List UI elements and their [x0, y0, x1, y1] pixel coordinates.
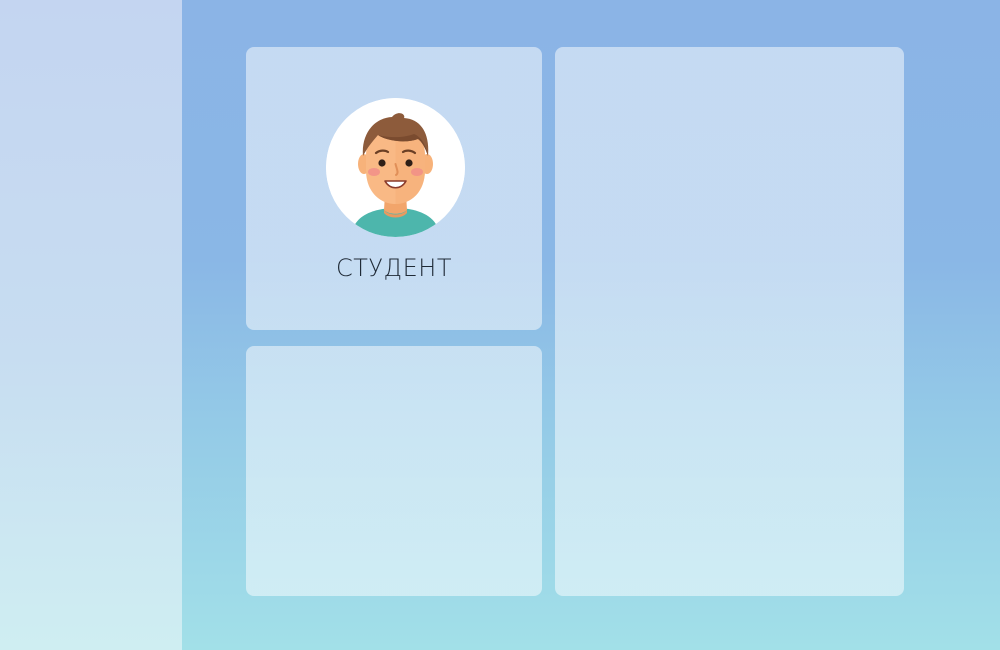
- student-avatar-icon[interactable]: [326, 98, 465, 237]
- right-panel: [555, 47, 904, 596]
- profile-card: СТУДЕНТ: [246, 47, 542, 330]
- bottom-left-card: [246, 346, 542, 596]
- sidebar: [0, 0, 182, 650]
- role-label: СТУДЕНТ: [335, 254, 453, 282]
